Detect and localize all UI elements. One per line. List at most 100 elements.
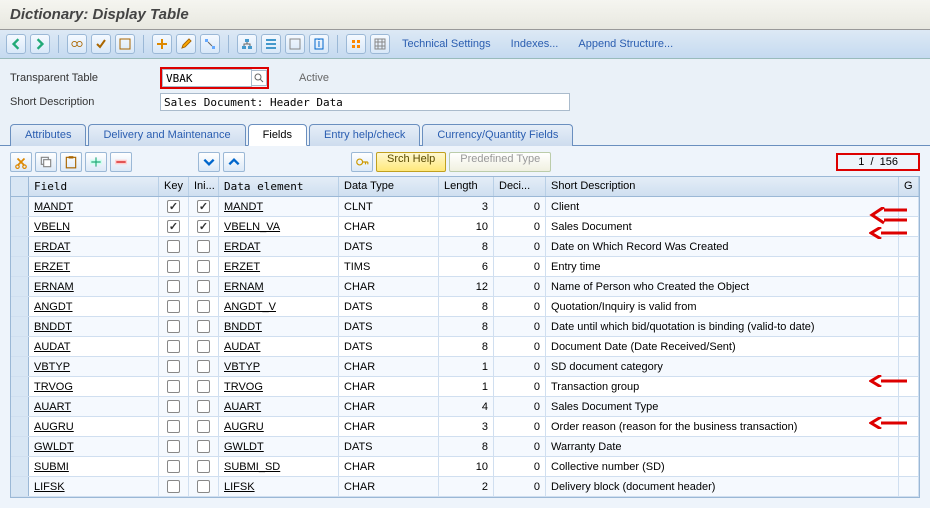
row-selector[interactable] — [11, 377, 29, 396]
table-row[interactable]: AUARTAUARTCHAR40Sales Document Type — [11, 397, 919, 417]
tab-currency[interactable]: Currency/Quantity Fields — [422, 124, 573, 146]
tab-entry-help[interactable]: Entry help/check — [309, 124, 420, 146]
cell-key[interactable] — [159, 377, 189, 396]
checkbox-icon[interactable] — [197, 240, 210, 253]
row-selector[interactable] — [11, 197, 29, 216]
cell-data-element[interactable]: AUDAT — [219, 337, 339, 356]
contents-icon[interactable] — [346, 34, 366, 54]
table-row[interactable]: TRVOGTRVOGCHAR10Transaction group — [11, 377, 919, 397]
row-selector[interactable] — [11, 477, 29, 496]
row-selector[interactable] — [11, 317, 29, 336]
cell-data-element[interactable]: VBTYP — [219, 357, 339, 376]
cell-initial[interactable] — [189, 297, 219, 316]
key-icon[interactable] — [351, 152, 373, 172]
col-initial[interactable]: Ini... — [189, 177, 219, 196]
cell-field[interactable]: ERZET — [29, 257, 159, 276]
table-row[interactable]: ERZETERZETTIMS60Entry time — [11, 257, 919, 277]
cell-field[interactable]: BNDDT — [29, 317, 159, 336]
cut-icon[interactable] — [10, 152, 32, 172]
hierarchy-icon[interactable] — [237, 34, 257, 54]
table-row[interactable]: VBELNVBELN_VACHAR100Sales Document — [11, 217, 919, 237]
checkbox-icon[interactable] — [197, 360, 210, 373]
checkbox-icon[interactable] — [167, 440, 180, 453]
checkbox-icon[interactable] — [167, 260, 180, 273]
cell-field[interactable]: ERDAT — [29, 237, 159, 256]
row-selector[interactable] — [11, 297, 29, 316]
cell-data-element[interactable]: ERNAM — [219, 277, 339, 296]
cell-key[interactable] — [159, 237, 189, 256]
f4-help-icon[interactable] — [251, 70, 267, 86]
cell-data-element[interactable]: SUBMI_SD — [219, 457, 339, 476]
checkbox-icon[interactable] — [167, 360, 180, 373]
cell-field[interactable]: AUART — [29, 397, 159, 416]
cell-key[interactable] — [159, 297, 189, 316]
where-used-icon[interactable] — [200, 34, 220, 54]
col-data-type[interactable]: Data Type — [339, 177, 439, 196]
cell-field[interactable]: SUBMI — [29, 457, 159, 476]
cell-key[interactable] — [159, 277, 189, 296]
copy-icon[interactable] — [35, 152, 57, 172]
cell-initial[interactable] — [189, 257, 219, 276]
checkbox-icon[interactable] — [197, 400, 210, 413]
cell-initial[interactable] — [189, 317, 219, 336]
col-length[interactable]: Length — [439, 177, 494, 196]
forward-icon[interactable] — [30, 34, 50, 54]
cell-data-element[interactable]: ERDAT — [219, 237, 339, 256]
technical-settings-link[interactable]: Technical Settings — [394, 38, 499, 50]
row-selector[interactable] — [11, 217, 29, 236]
col-description[interactable]: Short Description — [546, 177, 899, 196]
col-data-element[interactable]: Data element — [219, 177, 339, 196]
checkbox-icon[interactable] — [167, 480, 180, 493]
cell-field[interactable]: VBTYP — [29, 357, 159, 376]
checkbox-icon[interactable] — [197, 200, 210, 213]
row-selector[interactable] — [11, 397, 29, 416]
outline-icon[interactable] — [261, 34, 281, 54]
row-selector[interactable] — [11, 457, 29, 476]
cell-key[interactable] — [159, 257, 189, 276]
checkbox-icon[interactable] — [197, 260, 210, 273]
change-icon[interactable] — [91, 34, 111, 54]
cell-field[interactable]: MANDT — [29, 197, 159, 216]
collapse-icon[interactable] — [223, 152, 245, 172]
cell-data-element[interactable]: ERZET — [219, 257, 339, 276]
cell-key[interactable] — [159, 397, 189, 416]
cell-key[interactable] — [159, 317, 189, 336]
cell-key[interactable] — [159, 437, 189, 456]
table-row[interactable]: AUGRUAUGRUCHAR30Order reason (reason for… — [11, 417, 919, 437]
table-row[interactable]: GWLDTGWLDTDATS80Warranty Date — [11, 437, 919, 457]
table-row[interactable]: AUDATAUDATDATS80Document Date (Date Rece… — [11, 337, 919, 357]
checkbox-icon[interactable] — [167, 240, 180, 253]
activate-icon[interactable] — [152, 34, 172, 54]
indexes-link[interactable]: Indexes... — [503, 38, 567, 50]
cell-initial[interactable] — [189, 217, 219, 236]
row-selector[interactable] — [11, 437, 29, 456]
checkbox-icon[interactable] — [167, 320, 180, 333]
checkbox-icon[interactable] — [167, 380, 180, 393]
table-row[interactable]: ERNAMERNAMCHAR120Name of Person who Crea… — [11, 277, 919, 297]
table-row[interactable]: SUBMISUBMI_SDCHAR100Collective number (S… — [11, 457, 919, 477]
cell-data-element[interactable]: TRVOG — [219, 377, 339, 396]
cell-initial[interactable] — [189, 437, 219, 456]
cell-initial[interactable] — [189, 197, 219, 216]
predefined-type-button[interactable]: Predefined Type — [449, 152, 551, 172]
cell-field[interactable]: LIFSK — [29, 477, 159, 496]
back-icon[interactable] — [6, 34, 26, 54]
cell-initial[interactable] — [189, 337, 219, 356]
glasses-icon[interactable] — [67, 34, 87, 54]
cell-field[interactable]: AUDAT — [29, 337, 159, 356]
checkbox-icon[interactable] — [197, 480, 210, 493]
cell-initial[interactable] — [189, 377, 219, 396]
checkbox-icon[interactable] — [167, 340, 180, 353]
cell-key[interactable] — [159, 197, 189, 216]
cell-data-element[interactable]: BNDDT — [219, 317, 339, 336]
cell-data-element[interactable]: AUGRU — [219, 417, 339, 436]
col-field[interactable]: Field — [29, 177, 159, 196]
checkbox-icon[interactable] — [197, 380, 210, 393]
cell-field[interactable]: TRVOG — [29, 377, 159, 396]
checkbox-icon[interactable] — [197, 300, 210, 313]
graphic-icon[interactable] — [285, 34, 305, 54]
info-icon[interactable]: i — [309, 34, 329, 54]
checkbox-icon[interactable] — [167, 280, 180, 293]
checkbox-icon[interactable] — [167, 460, 180, 473]
cell-data-element[interactable]: GWLDT — [219, 437, 339, 456]
